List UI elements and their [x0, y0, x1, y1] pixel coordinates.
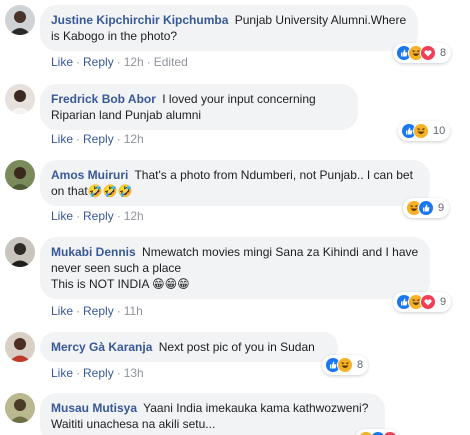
timestamp[interactable]: 13h	[124, 366, 144, 380]
comment-actions: Like · Reply · 12h	[51, 132, 144, 146]
comment-bubble: Mercy Gà Karanja Next post pic of you in…	[40, 332, 338, 362]
reply-link[interactable]: Reply	[83, 209, 114, 223]
haha-icon	[337, 357, 353, 373]
comment-actions: Like · Reply · 12h · Edited	[51, 55, 188, 69]
reactions-summary[interactable]: 8	[322, 355, 369, 375]
timestamp[interactable]: 11h	[124, 304, 143, 318]
like-icon	[418, 200, 434, 216]
comment-author[interactable]: Mercy Gà Karanja	[51, 340, 152, 354]
love-icon	[420, 294, 436, 310]
emoji-text: 🤣🤣🤣	[87, 184, 133, 198]
avatar[interactable]	[5, 84, 35, 114]
reactions-summary[interactable]: 9	[403, 198, 450, 218]
reactions-summary[interactable]: 8	[393, 43, 452, 63]
like-link[interactable]: Like	[51, 55, 73, 69]
comment-bubble: Justine Kipchirchir Kipchumba Punjab Uni…	[40, 5, 418, 51]
reaction-count: 9	[438, 202, 445, 214]
like-link[interactable]: Like	[51, 304, 73, 318]
reply-link[interactable]: Reply	[83, 55, 114, 69]
comment-bubble: Musau Mutisya Yaani India imekauka kama …	[40, 393, 385, 435]
comment-actions: Like · Reply · 11h	[51, 304, 143, 318]
reactions-summary[interactable]: 9	[393, 292, 452, 312]
love-icon	[420, 45, 436, 61]
reply-link[interactable]: Reply	[83, 366, 114, 380]
comment-author[interactable]: Amos Muiruri	[51, 168, 128, 182]
like-link[interactable]: Like	[51, 209, 73, 223]
comment-author[interactable]: Musau Mutisya	[51, 401, 137, 415]
reactions-summary[interactable]	[355, 429, 399, 435]
reactions-summary[interactable]: 10	[398, 121, 451, 141]
timestamp[interactable]: 12h	[124, 132, 144, 146]
haha-icon	[413, 123, 429, 139]
love-icon	[382, 431, 398, 435]
avatar[interactable]	[5, 237, 35, 267]
comment-text-line2: This is NOT INDIA	[51, 277, 149, 291]
reply-link[interactable]: Reply	[83, 304, 114, 318]
comment-bubble: Amos Muiruri That's a photo from Ndumber…	[40, 160, 430, 206]
like-link[interactable]: Like	[51, 132, 73, 146]
reaction-count: 8	[440, 47, 447, 59]
comment-actions: Like · Reply · 13h	[51, 366, 144, 380]
avatar[interactable]	[5, 332, 35, 362]
timestamp[interactable]: 12h	[124, 209, 144, 223]
like-link[interactable]: Like	[51, 366, 73, 380]
comment-author[interactable]: Justine Kipchirchir Kipchumba	[51, 13, 228, 27]
emoji-text: 😁😁😁	[152, 277, 190, 291]
reaction-count: 10	[433, 125, 446, 137]
reply-link[interactable]: Reply	[83, 132, 114, 146]
avatar[interactable]	[5, 160, 35, 190]
comment-author[interactable]: Fredrick Bob Abor	[51, 92, 156, 106]
comment-text: Next post pic of you in Sudan	[158, 340, 315, 354]
comment-actions: Like · Reply · 12h	[51, 209, 144, 223]
reaction-count: 8	[357, 359, 364, 371]
comment-author[interactable]: Mukabi Dennis	[51, 245, 136, 259]
comment-bubble: Mukabi Dennis Nmewatch movies mingi Sana…	[40, 237, 430, 299]
avatar[interactable]	[5, 393, 35, 423]
timestamp[interactable]: 12h	[124, 55, 144, 69]
edited-label[interactable]: Edited	[154, 55, 188, 69]
comment-bubble: Fredrick Bob Abor I loved your input con…	[40, 84, 358, 130]
reaction-count: 9	[440, 296, 447, 308]
avatar[interactable]	[5, 5, 35, 35]
